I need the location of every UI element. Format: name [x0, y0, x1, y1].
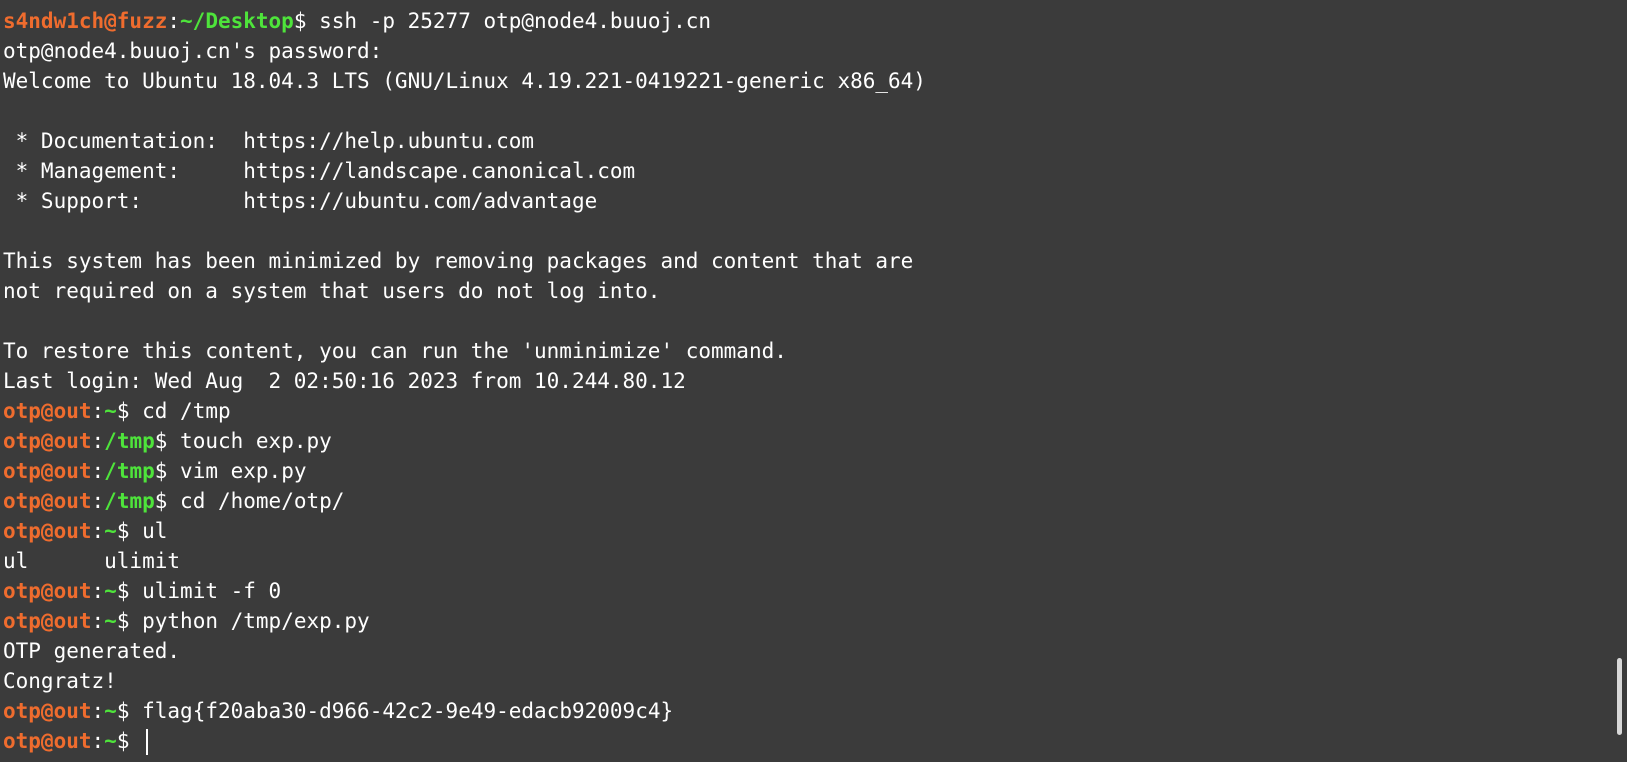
prompt-line: otp@out:~$ ulimit -f 0 [3, 576, 926, 606]
prompt-colon: : [91, 609, 105, 633]
prompt-line: otp@out:/tmp$ cd /home/otp/ [3, 486, 926, 516]
prompt-symbol: $ [116, 579, 143, 603]
prompt-colon: : [91, 489, 105, 513]
prompt-path: /tmp [104, 429, 155, 453]
prompt-line: otp@out:/tmp$ touch exp.py [3, 426, 926, 456]
prompt-colon: : [91, 459, 105, 483]
prompt-path: /tmp [104, 489, 155, 513]
command-text: python /tmp/exp.py [142, 609, 370, 633]
prompt-user: otp@out [3, 429, 92, 453]
command-text: cd /tmp [142, 399, 231, 423]
output-line: * Support: https://ubuntu.com/advantage [3, 189, 598, 213]
prompt-line: otp@out:~$ flag{f20aba30-d966-42c2-9e49-… [3, 696, 926, 726]
output-line: ul ulimit [3, 549, 181, 573]
prompt-symbol: $ [154, 459, 181, 483]
prompt-line: otp@out:~$ cd /tmp [3, 396, 926, 426]
prompt-colon: : [167, 9, 181, 33]
output-line: OTP generated. [3, 639, 181, 663]
prompt-path: ~ [104, 399, 117, 423]
prompt-user: otp@out [3, 729, 92, 753]
prompt-user: otp@out [3, 459, 92, 483]
prompt-symbol: $ [154, 489, 181, 513]
prompt-colon: : [91, 729, 105, 753]
prompt-path: ~ [104, 519, 117, 543]
prompt-path: ~ [104, 579, 117, 603]
prompt-user: s4ndw1ch@fuzz [3, 9, 168, 33]
prompt-colon: : [91, 579, 105, 603]
prompt-user: otp@out [3, 609, 92, 633]
prompt-line: s4ndw1ch@fuzz:~/Desktop$ ssh -p 25277 ot… [3, 6, 926, 36]
output-line: Last login: Wed Aug 2 02:50:16 2023 from… [3, 369, 686, 393]
output-line: To restore this content, you can run the… [3, 339, 787, 363]
prompt-symbol: $ [116, 399, 143, 423]
output-line: Welcome to Ubuntu 18.04.3 LTS (GNU/Linux… [3, 69, 926, 93]
command-text: vim exp.py [180, 459, 307, 483]
prompt-symbol: $ [116, 699, 143, 723]
prompt-symbol: $ [154, 429, 181, 453]
prompt-line: otp@out:~$ python /tmp/exp.py [3, 606, 926, 636]
prompt-symbol: $ [116, 729, 143, 753]
scrollbar[interactable] [1613, 0, 1627, 762]
prompt-line: otp@out:/tmp$ vim exp.py [3, 456, 926, 486]
prompt-colon: : [91, 519, 105, 543]
prompt-user: otp@out [3, 399, 92, 423]
command-text: cd /home/otp/ [180, 489, 345, 513]
output-line: not required on a system that users do n… [3, 279, 661, 303]
prompt-path: ~ [104, 699, 117, 723]
output-line: Congratz! [3, 669, 117, 693]
prompt-path: /tmp [104, 459, 155, 483]
command-text: touch exp.py [180, 429, 332, 453]
output-line: * Documentation: https://help.ubuntu.com [3, 129, 535, 153]
prompt-user: otp@out [3, 579, 92, 603]
command-text: ulimit -f 0 [142, 579, 282, 603]
prompt-line: otp@out:~$ [3, 726, 926, 756]
prompt-symbol: $ [116, 519, 143, 543]
output-line: * Management: https://landscape.canonica… [3, 159, 636, 183]
prompt-user: otp@out [3, 519, 92, 543]
prompt-colon: : [91, 699, 105, 723]
prompt-line: otp@out:~$ ul [3, 516, 926, 546]
command-text: ssh -p 25277 otp@node4.buuoj.cn [319, 9, 712, 33]
prompt-colon: : [91, 429, 105, 453]
output-line: This system has been minimized by removi… [3, 249, 914, 273]
prompt-symbol: $ [293, 9, 320, 33]
prompt-user: otp@out [3, 489, 92, 513]
prompt-path: ~/Desktop [180, 9, 294, 33]
prompt-colon: : [91, 399, 105, 423]
prompt-path: ~ [104, 729, 117, 753]
command-text: flag{f20aba30-d966-42c2-9e49-edacb92009c… [142, 699, 674, 723]
terminal-output: s4ndw1ch@fuzz:~/Desktop$ ssh -p 25277 ot… [3, 0, 926, 756]
prompt-path: ~ [104, 609, 117, 633]
text-cursor[interactable] [146, 729, 149, 755]
output-line: otp@node4.buuoj.cn's password: [3, 39, 395, 63]
command-text: ul [142, 519, 168, 543]
scrollbar-thumb[interactable] [1617, 658, 1622, 735]
prompt-user: otp@out [3, 699, 92, 723]
prompt-symbol: $ [116, 609, 143, 633]
terminal-window[interactable]: s4ndw1ch@fuzz:~/Desktop$ ssh -p 25277 ot… [0, 0, 1627, 762]
